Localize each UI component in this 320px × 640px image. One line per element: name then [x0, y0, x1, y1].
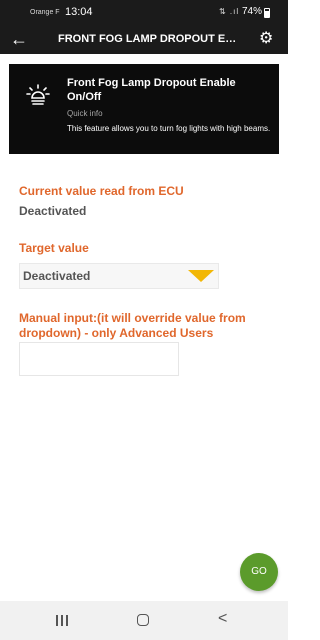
home-icon[interactable] — [137, 614, 149, 626]
fog-lamp-icon — [26, 84, 50, 105]
nav-back-icon[interactable]: < — [218, 610, 227, 628]
info-title: Front Fog Lamp Dropout Enable On/Off — [67, 77, 236, 103]
manual-input-field[interactable] — [19, 342, 179, 376]
target-value-dropdown[interactable]: Deactivated — [19, 263, 219, 289]
battery-icon — [264, 8, 270, 18]
current-value-label: Current value read from ECU — [19, 184, 184, 198]
dropdown-selected-value: Deactivated — [23, 269, 91, 283]
status-bar: Orange F 13:04 ⇅ .ıl 74% — [0, 0, 288, 26]
battery-percent: 74% — [242, 6, 263, 17]
app-bar: ← FRONT FOG LAMP DROPOUT ENABLE ON/OFF ⚙ — [0, 26, 288, 54]
target-value-label: Target value — [19, 241, 89, 255]
info-subtitle: Quick info — [67, 109, 103, 118]
info-description: This feature allows you to turn fog ligh… — [67, 124, 271, 133]
carrier-name: Orange F — [30, 9, 60, 16]
recents-icon[interactable] — [56, 615, 68, 626]
signal-icons: ⇅ .ıl — [219, 7, 240, 16]
current-value: Deactivated — [19, 204, 87, 218]
status-clock: 13:04 — [65, 6, 93, 18]
quick-info-card: Front Fog Lamp Dropout Enable On/Off Qui… — [9, 64, 279, 154]
back-arrow-icon[interactable]: ← — [10, 28, 28, 50]
gear-icon[interactable]: ⚙ — [259, 29, 273, 49]
page-title: FRONT FOG LAMP DROPOUT ENABLE ON/OFF — [58, 33, 243, 45]
go-button[interactable]: GO — [240, 553, 278, 591]
system-nav-bar: < — [0, 601, 288, 640]
manual-input-label: Manual input:(it will override value fro… — [19, 311, 246, 340]
dropdown-arrow-icon[interactable] — [188, 270, 214, 282]
